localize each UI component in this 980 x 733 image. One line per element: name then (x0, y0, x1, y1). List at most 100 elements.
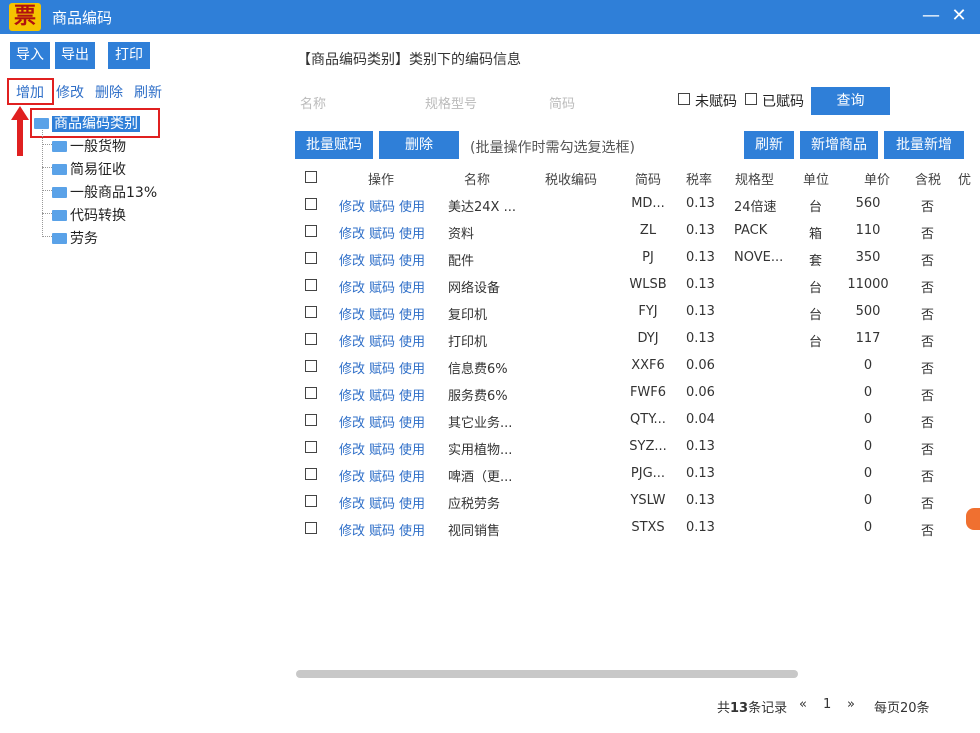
cell-unit: 台 (809, 281, 823, 296)
row-checkbox[interactable] (305, 441, 317, 453)
edit-link[interactable]: 修改 (339, 223, 365, 242)
tree-node-labor[interactable]: 劳务 (52, 228, 98, 248)
use-link[interactable]: 使用 (399, 250, 425, 269)
cell-unit: 台 (809, 308, 823, 323)
name-search-input[interactable]: 名称 (300, 93, 410, 112)
export-button[interactable]: 导出 (55, 42, 95, 69)
tree-node-code-convert[interactable]: 代码转换 (52, 205, 126, 225)
tree-add-link[interactable]: 增加 (16, 82, 44, 102)
use-link[interactable]: 使用 (399, 223, 425, 242)
use-link[interactable]: 使用 (399, 412, 425, 431)
edit-link[interactable]: 修改 (339, 466, 365, 485)
tree-connector (42, 130, 43, 237)
spec-search-input[interactable]: 规格型号 (425, 93, 535, 112)
use-link[interactable]: 使用 (399, 385, 425, 404)
assign-link[interactable]: 赋码 (369, 466, 395, 485)
select-all-checkbox[interactable] (305, 171, 317, 183)
edit-link[interactable]: 修改 (339, 331, 365, 350)
edit-link[interactable]: 修改 (339, 493, 365, 512)
batch-assign-button[interactable]: 批量赋码 (295, 131, 373, 159)
cell-price: 0 (863, 412, 873, 427)
assign-link[interactable]: 赋码 (369, 493, 395, 512)
row-checkbox[interactable] (305, 252, 317, 264)
row-checkbox[interactable] (305, 279, 317, 291)
page-size[interactable]: 每页20条 (874, 697, 930, 716)
next-page-button[interactable]: » (847, 697, 855, 712)
row-checkbox[interactable] (305, 387, 317, 399)
page-number[interactable]: 1 (823, 697, 831, 712)
assign-link[interactable]: 赋码 (369, 277, 395, 296)
edit-link[interactable]: 修改 (339, 304, 365, 323)
edit-link[interactable]: 修改 (339, 385, 365, 404)
tree-node-label: 简易征收 (70, 162, 126, 178)
assigned-checkbox[interactable] (745, 93, 757, 105)
edit-link[interactable]: 修改 (339, 358, 365, 377)
import-button[interactable]: 导入 (10, 42, 50, 69)
use-link[interactable]: 使用 (399, 304, 425, 323)
tree-refresh-link[interactable]: 刷新 (134, 82, 162, 102)
assign-link[interactable]: 赋码 (369, 385, 395, 404)
assign-link[interactable]: 赋码 (369, 331, 395, 350)
edit-link[interactable]: 修改 (339, 196, 365, 215)
print-button[interactable]: 打印 (108, 42, 150, 69)
edit-link[interactable]: 修改 (339, 520, 365, 539)
horizontal-scrollbar[interactable] (296, 670, 798, 678)
tree-edit-link[interactable]: 修改 (56, 82, 84, 102)
cell-price: 560 (855, 196, 881, 211)
cell-rate: 0.13 (686, 223, 715, 238)
assign-link[interactable]: 赋码 (369, 412, 395, 431)
assign-link[interactable]: 赋码 (369, 223, 395, 242)
unassigned-checkbox[interactable] (678, 93, 690, 105)
use-link[interactable]: 使用 (399, 331, 425, 350)
assign-link[interactable]: 赋码 (369, 250, 395, 269)
assign-link[interactable]: 赋码 (369, 358, 395, 377)
tree-node-general-goods[interactable]: 一般货物 (52, 136, 126, 156)
row-checkbox[interactable] (305, 414, 317, 426)
assign-link[interactable]: 赋码 (369, 439, 395, 458)
row-checkbox[interactable] (305, 198, 317, 210)
tree-delete-link[interactable]: 删除 (95, 82, 123, 102)
edit-link[interactable]: 修改 (339, 439, 365, 458)
close-button[interactable]: ✕ (947, 4, 971, 28)
use-link[interactable]: 使用 (399, 520, 425, 539)
edit-link[interactable]: 修改 (339, 277, 365, 296)
use-link[interactable]: 使用 (399, 196, 425, 215)
row-checkbox[interactable] (305, 495, 317, 507)
minimize-button[interactable]: — (919, 4, 943, 28)
use-link[interactable]: 使用 (399, 277, 425, 296)
row-checkbox[interactable] (305, 360, 317, 372)
cell-rate: 0.13 (686, 250, 715, 265)
assign-link[interactable]: 赋码 (369, 520, 395, 539)
use-link[interactable]: 使用 (399, 358, 425, 377)
row-checkbox[interactable] (305, 306, 317, 318)
cell-taxincl: 否 (921, 335, 935, 350)
batch-add-button[interactable]: 批量新增 (884, 131, 964, 159)
delete-button[interactable]: 删除 (379, 131, 459, 159)
use-link[interactable]: 使用 (399, 439, 425, 458)
col-header-preferential: 优 (958, 173, 972, 188)
add-product-button[interactable]: 新增商品 (800, 131, 878, 159)
edit-link[interactable]: 修改 (339, 412, 365, 431)
row-checkbox[interactable] (305, 333, 317, 345)
side-float-icon[interactable] (966, 508, 980, 530)
row-checkbox[interactable] (305, 468, 317, 480)
query-button[interactable]: 查询 (811, 87, 890, 115)
cell-price: 0 (863, 385, 873, 400)
edit-link[interactable]: 修改 (339, 250, 365, 269)
row-checkbox[interactable] (305, 522, 317, 534)
cell-rate: 0.04 (686, 412, 715, 427)
use-link[interactable]: 使用 (399, 466, 425, 485)
assign-link[interactable]: 赋码 (369, 196, 395, 215)
tree-root-node[interactable]: 商品编码类别 (34, 113, 140, 133)
use-link[interactable]: 使用 (399, 493, 425, 512)
tree-node-simple-levy[interactable]: 简易征收 (52, 159, 126, 179)
prev-page-button[interactable]: « (799, 697, 807, 712)
record-count: 共13条记录 (717, 701, 788, 716)
assign-link[interactable]: 赋码 (369, 304, 395, 323)
row-checkbox[interactable] (305, 225, 317, 237)
tree-node-general-13[interactable]: 一般商品13% (52, 182, 157, 202)
refresh-button[interactable]: 刷新 (744, 131, 794, 159)
code-search-input[interactable]: 简码 (549, 93, 659, 112)
cell-name: 实用植物... (448, 443, 513, 458)
cell-name: 资料 (448, 227, 475, 242)
